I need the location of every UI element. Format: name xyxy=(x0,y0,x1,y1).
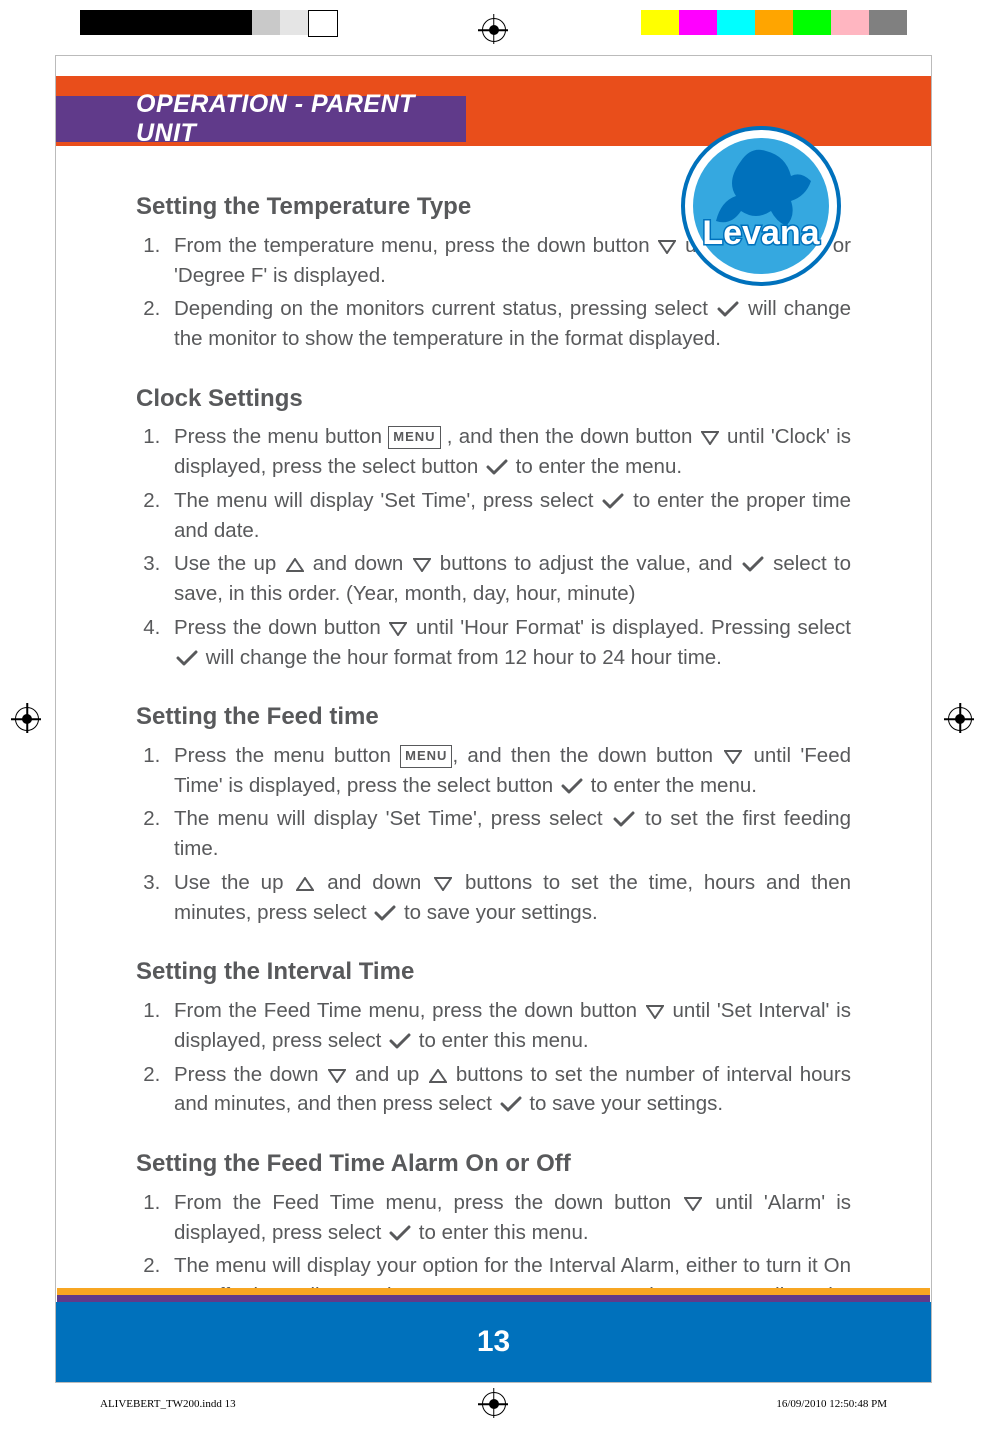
instruction-list: Press the menu button MENU, and then the… xyxy=(136,741,851,927)
color-swatch xyxy=(80,10,128,35)
color-swatch xyxy=(252,10,280,35)
section-heading: Setting the Feed Time Alarm On or Off xyxy=(136,1147,851,1182)
page-number: 13 xyxy=(56,1302,931,1382)
check-icon xyxy=(389,1225,411,1241)
list-item: Depending on the monitors current status… xyxy=(166,294,851,353)
color-swatch xyxy=(280,10,308,35)
registration-mark-icon xyxy=(948,707,972,731)
slug-file: ALIVEBERT_TW200.indd 13 xyxy=(100,1398,236,1410)
color-swatch xyxy=(831,10,869,35)
color-swatch xyxy=(308,10,338,37)
list-item: The menu will display 'Set Time', press … xyxy=(166,804,851,863)
down-triangle-icon xyxy=(701,431,719,445)
color-swatch xyxy=(641,10,679,35)
list-item: Press the menu button MENU , and then th… xyxy=(166,422,851,481)
check-icon xyxy=(561,778,583,794)
footer-accent-bars xyxy=(57,1288,930,1302)
color-swatch xyxy=(869,10,907,35)
section-heading: Clock Settings xyxy=(136,382,851,417)
up-triangle-icon xyxy=(286,558,304,572)
check-icon xyxy=(742,556,764,572)
list-item: The menu will display 'Set Time', press … xyxy=(166,486,851,545)
color-swatch xyxy=(176,10,214,35)
list-item: Press the down and up buttons to set the… xyxy=(166,1060,851,1119)
list-item: Use the up and down buttons to adjust th… xyxy=(166,549,851,608)
instruction-list: Press the menu button MENU , and then th… xyxy=(136,422,851,672)
down-triangle-icon xyxy=(328,1069,346,1083)
content-area: OPERATION - PARENT UNIT Levana Setting t… xyxy=(55,55,932,1383)
section-heading: Setting the Feed time xyxy=(136,700,851,735)
down-triangle-icon xyxy=(646,1005,664,1019)
color-swatch xyxy=(679,10,717,35)
check-icon xyxy=(717,301,739,317)
body-content: Setting the Temperature TypeFrom the tem… xyxy=(56,146,931,1340)
list-item: Press the down button until 'Hour Format… xyxy=(166,613,851,672)
menu-button-icon: MENU xyxy=(400,745,452,768)
check-icon xyxy=(374,905,396,921)
up-triangle-icon xyxy=(296,877,314,891)
down-triangle-icon xyxy=(724,750,742,764)
down-triangle-icon xyxy=(684,1197,702,1211)
color-swatch xyxy=(214,10,252,35)
page-number-text: 13 xyxy=(477,1325,510,1359)
section-heading: Setting the Interval Time xyxy=(136,955,851,990)
list-item: Use the up and down buttons to set the t… xyxy=(166,868,851,927)
check-icon xyxy=(500,1096,522,1112)
color-swatch xyxy=(128,10,176,35)
check-icon xyxy=(602,493,624,509)
registration-mark-icon xyxy=(15,707,39,731)
slug-timestamp: 16/09/2010 12:50:48 PM xyxy=(776,1398,887,1410)
page: OPERATION - PARENT UNIT Levana Setting t… xyxy=(0,0,987,1438)
list-item: From the Feed Time menu, press the down … xyxy=(166,1188,851,1247)
down-triangle-icon xyxy=(658,240,676,254)
color-swatch xyxy=(793,10,831,35)
down-triangle-icon xyxy=(413,558,431,572)
print-slug: ALIVEBERT_TW200.indd 13 16/09/2010 12:50… xyxy=(100,1398,887,1410)
up-triangle-icon xyxy=(429,1069,447,1083)
list-item: From the Feed Time menu, press the down … xyxy=(166,996,851,1055)
color-swatch xyxy=(717,10,755,35)
levana-logo: Levana xyxy=(681,126,841,286)
check-icon xyxy=(176,650,198,666)
check-icon xyxy=(613,811,635,827)
page-title-text: OPERATION - PARENT UNIT xyxy=(136,90,466,148)
check-icon xyxy=(486,459,508,475)
list-item: Press the menu button MENU, and then the… xyxy=(166,741,851,800)
page-title: OPERATION - PARENT UNIT xyxy=(56,96,466,142)
check-icon xyxy=(389,1033,411,1049)
logo-text: Levana xyxy=(702,214,820,252)
down-triangle-icon xyxy=(389,622,407,636)
menu-button-icon: MENU xyxy=(388,426,440,449)
down-triangle-icon xyxy=(434,877,452,891)
color-swatch xyxy=(755,10,793,35)
printer-color-bars xyxy=(0,10,987,40)
instruction-list: From the Feed Time menu, press the down … xyxy=(136,996,851,1119)
